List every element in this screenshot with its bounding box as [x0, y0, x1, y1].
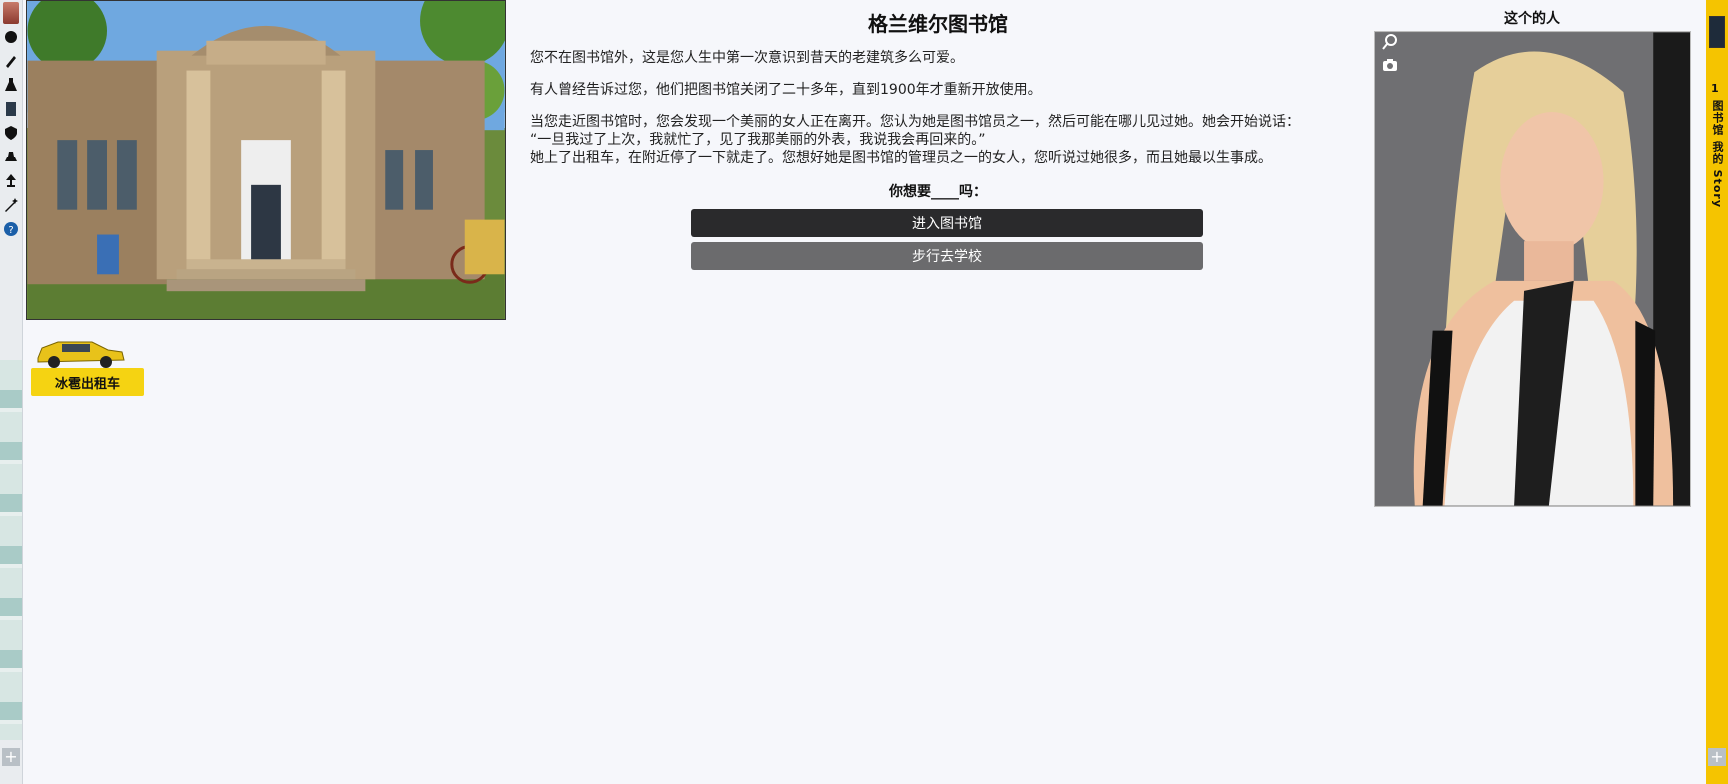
lamp-icon[interactable] [2, 172, 20, 190]
pencil-icon[interactable] [2, 52, 20, 70]
left-icon-rail: ? + [0, 0, 23, 784]
library-building-illustration [27, 1, 505, 319]
walk-to-school-button[interactable]: 步行去学校 [691, 242, 1203, 270]
plus-icon[interactable]: + [2, 748, 20, 766]
right-side-bar: 1 图书馆 我的 Story + [1706, 0, 1728, 784]
avatar-icon[interactable] [3, 2, 19, 24]
character-portrait [1374, 31, 1691, 507]
right-bar-count: 1 [1711, 82, 1719, 95]
page-title: 格兰维尔图书馆 [868, 12, 1008, 36]
rail-tile-strip [0, 360, 22, 740]
closing-line: 她上了出租车，在附近停了一下就走了。您想好她是图书馆的管理员之一的女人，您听说过… [530, 150, 1272, 166]
menu-thumbnail-icon[interactable] [1709, 16, 1725, 48]
library-photo [26, 0, 506, 320]
story-panel: 格兰维尔图书馆 您不在图书馆外，这是您人生中第一次意识到昔天的老建筑多么可爱。 … [530, 0, 1346, 275]
hat-icon[interactable] [2, 148, 20, 166]
quote-line: “一旦我过了上次，我就忙了，见了我那美丽的外表，我说我会再回来的。” [530, 132, 986, 148]
character-portrait-illustration [1375, 32, 1690, 506]
shield-icon[interactable] [2, 124, 20, 142]
plus-icon[interactable]: + [1708, 748, 1726, 766]
hail-taxi-button[interactable]: 冰雹出租车 [31, 368, 144, 396]
svg-text:?: ? [8, 225, 13, 236]
circle-icon[interactable] [2, 28, 20, 46]
story-paragraph: 当您走近图书馆时，您会发现一个美丽的女人正在离开。您认为她是图书馆员之一，然后可… [530, 114, 1300, 130]
enter-library-button[interactable]: 进入图书馆 [691, 209, 1203, 237]
story-paragraph: 有人曾经告诉过您，他们把图书馆关闭了二十多年，直到1900年才重新开放使用。 [530, 82, 1042, 98]
flask-icon[interactable] [2, 76, 20, 94]
choice-prompt: 你想要____吗： [889, 184, 987, 200]
story-paragraph-block: 当您走近图书馆时，您会发现一个美丽的女人正在离开。您认为她是图书馆员之一，然后可… [530, 113, 1346, 167]
help-icon[interactable]: ? [2, 220, 20, 238]
wand-icon[interactable] [2, 196, 20, 214]
story-paragraph: 您不在图书馆外，这是您人生中第一次意识到昔天的老建筑多么可爱。 [530, 50, 964, 66]
portrait-title: 这个的人 [1504, 11, 1560, 27]
camera-icon[interactable] [1381, 56, 1399, 74]
book-icon[interactable] [2, 100, 20, 118]
taxi-icon[interactable] [32, 330, 128, 370]
right-bar-label[interactable]: 图书馆 我的 Story [1709, 100, 1725, 208]
zoom-icon[interactable] [1381, 33, 1399, 51]
